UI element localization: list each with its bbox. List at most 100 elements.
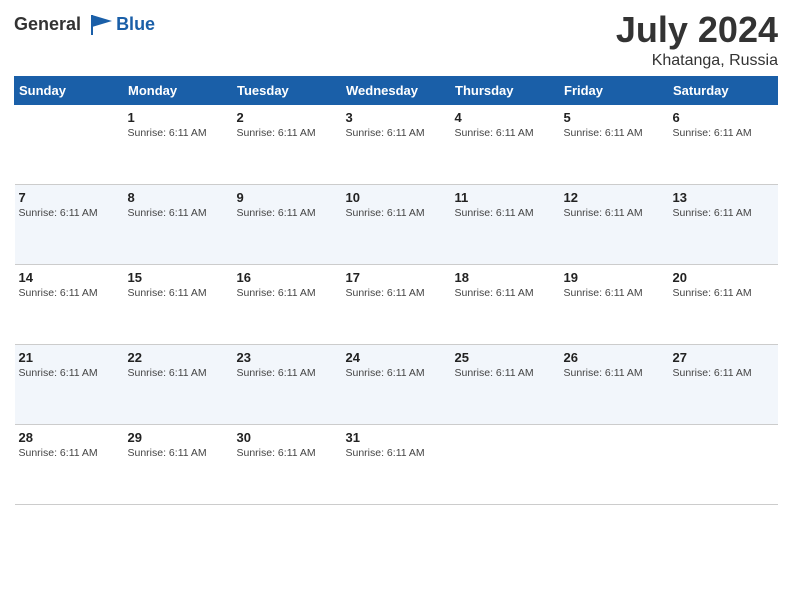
day-number: 5: [564, 110, 665, 125]
sunrise-info: Sunrise: 6:11 AM: [19, 447, 120, 459]
sunrise-info: Sunrise: 6:11 AM: [19, 287, 120, 299]
sunrise-info: Sunrise: 6:11 AM: [455, 287, 556, 299]
sunrise-info: Sunrise: 6:11 AM: [455, 367, 556, 379]
logo: General Blue: [14, 14, 155, 35]
table-row: 4Sunrise: 6:11 AM: [451, 104, 560, 184]
calendar-header-row: Sunday Monday Tuesday Wednesday Thursday…: [15, 76, 778, 104]
table-row: [560, 424, 669, 504]
calendar-week-row: 1 Sunrise: 6:11 AM 2 Sunrise: 6:11 AM 3 Sunri…: [15, 104, 778, 184]
sunrise-info: Sunrise: 6:11 AM: [128, 367, 229, 379]
table-row: 5 Sunrise: 6:11 AM: [560, 104, 669, 184]
calendar-week-row: 21 Sunrise: 6:11 AM 22 Sunrise: 6:11 AM 23 Su…: [15, 344, 778, 424]
table-row: 30 Sunrise: 6:11 AM: [233, 424, 342, 504]
day-number: 14: [19, 270, 120, 285]
day-number: 20: [673, 270, 774, 285]
day-number: 22: [128, 350, 229, 365]
page: General Blue July 2024 Khatanga, Russia: [0, 0, 792, 612]
table-row: 10Sunrise: 6:11 AM: [342, 184, 451, 264]
sunrise-info: Sunrise: 6:11 AM: [346, 127, 447, 139]
sunrise-info: Sunrise: 6:11 AM: [564, 287, 665, 299]
sunrise-info: Sunrise: 6:11 AM: [346, 367, 447, 379]
day-number: 16: [237, 270, 338, 285]
day-number: 2: [237, 110, 338, 125]
table-row: 2 Sunrise: 6:11 AM: [233, 104, 342, 184]
day-number: 21: [19, 350, 120, 365]
title-block: July 2024 Khatanga, Russia: [616, 10, 778, 70]
table-row: 21 Sunrise: 6:11 AM: [15, 344, 124, 424]
table-row: 13 Sunrise: 6:11 AM: [669, 184, 778, 264]
sunrise-info: Sunrise: 6:11 AM: [455, 207, 556, 219]
table-row: 7Sunrise: 6:11 AM: [15, 184, 124, 264]
sunrise-info: Sunrise: 6:11 AM: [564, 207, 665, 219]
day-number: 30: [237, 430, 338, 445]
table-row: 25 Sunrise: 6:11 AM: [451, 344, 560, 424]
sunrise-info: Sunrise: 6:11 AM: [237, 127, 338, 139]
table-row: 9Sunrise: 6:11 AM: [233, 184, 342, 264]
table-row: 3 Sunrise: 6:11 AM: [342, 104, 451, 184]
day-number: 12: [564, 190, 665, 205]
sunrise-info: Sunrise: 6:11 AM: [564, 127, 665, 139]
day-number: 25: [455, 350, 556, 365]
table-row: 26Sunrise: 6:11 AM: [560, 344, 669, 424]
calendar-table: Sunday Monday Tuesday Wednesday Thursday…: [14, 76, 778, 505]
table-row: 14 Sunrise: 6:11 AM: [15, 264, 124, 344]
day-number: 24: [346, 350, 447, 365]
table-row: 17Sunrise: 6:11 AM: [342, 264, 451, 344]
sunrise-info: Sunrise: 6:11 AM: [346, 207, 447, 219]
day-number: 15: [128, 270, 229, 285]
col-thursday: Thursday: [451, 76, 560, 104]
day-number: 8: [128, 190, 229, 205]
day-number: 23: [237, 350, 338, 365]
table-row: [669, 424, 778, 504]
header: General Blue July 2024 Khatanga, Russia: [14, 10, 778, 70]
col-tuesday: Tuesday: [233, 76, 342, 104]
table-row: 29Sunrise: 6:11 AM: [124, 424, 233, 504]
calendar-week-row: 28 Sunrise: 6:11 AM 29Sunrise: 6:11 AM 30 Su…: [15, 424, 778, 504]
table-row: 23 Sunrise: 6:11 AM: [233, 344, 342, 424]
sunrise-info: Sunrise: 6:11 AM: [237, 447, 338, 459]
col-saturday: Saturday: [669, 76, 778, 104]
col-monday: Monday: [124, 76, 233, 104]
day-number: 27: [673, 350, 774, 365]
day-number: 6: [673, 110, 774, 125]
sunrise-info: Sunrise: 6:11 AM: [346, 447, 447, 459]
day-number: 26: [564, 350, 665, 365]
table-row: [15, 104, 124, 184]
day-number: 1: [128, 110, 229, 125]
logo-text: General: [14, 14, 116, 35]
sunrise-info: Sunrise: 6:11 AM: [19, 367, 120, 379]
col-wednesday: Wednesday: [342, 76, 451, 104]
sunrise-info: Sunrise: 6:11 AM: [673, 287, 774, 299]
sunrise-info: Sunrise: 6:11 AM: [673, 127, 774, 139]
day-number: 28: [19, 430, 120, 445]
sunrise-info: Sunrise: 6:11 AM: [237, 367, 338, 379]
month-title: July 2024: [616, 10, 778, 50]
table-row: [451, 424, 560, 504]
table-row: 28 Sunrise: 6:11 AM: [15, 424, 124, 504]
day-number: 13: [673, 190, 774, 205]
table-row: 24 Sunrise: 6:11 AM: [342, 344, 451, 424]
table-row: 16 Sunrise: 6:11 AM: [233, 264, 342, 344]
calendar-week-row: 7Sunrise: 6:11 AM8Sunrise: 6:11 AM9Sunri…: [15, 184, 778, 264]
col-friday: Friday: [560, 76, 669, 104]
sunrise-info: Sunrise: 6:11 AM: [128, 207, 229, 219]
sunrise-info: Sunrise: 6:11 AM: [128, 287, 229, 299]
table-row: 12 Sunrise: 6:11 AM: [560, 184, 669, 264]
sunrise-info: Sunrise: 6:11 AM: [128, 127, 229, 139]
day-number: 17: [346, 270, 447, 285]
logo-icon: [88, 13, 116, 35]
calendar-week-row: 14 Sunrise: 6:11 AM 15 Sunrise: 6:11 AM 16 Su…: [15, 264, 778, 344]
table-row: 1 Sunrise: 6:11 AM: [124, 104, 233, 184]
day-number: 7: [19, 190, 120, 205]
table-row: 11Sunrise: 6:11 AM: [451, 184, 560, 264]
table-row: 19Sunrise: 6:11 AM: [560, 264, 669, 344]
table-row: 18 Sunrise: 6:11 AM: [451, 264, 560, 344]
table-row: 8 Sunrise: 6:11 AM: [124, 184, 233, 264]
day-number: 18: [455, 270, 556, 285]
sunrise-info: Sunrise: 6:11 AM: [237, 287, 338, 299]
sunrise-info: Sunrise: 6:11 AM: [673, 207, 774, 219]
table-row: 27Sunrise: 6:11 AM: [669, 344, 778, 424]
sunrise-info: Sunrise: 6:11 AM: [455, 127, 556, 139]
table-row: 15 Sunrise: 6:11 AM: [124, 264, 233, 344]
day-number: 3: [346, 110, 447, 125]
